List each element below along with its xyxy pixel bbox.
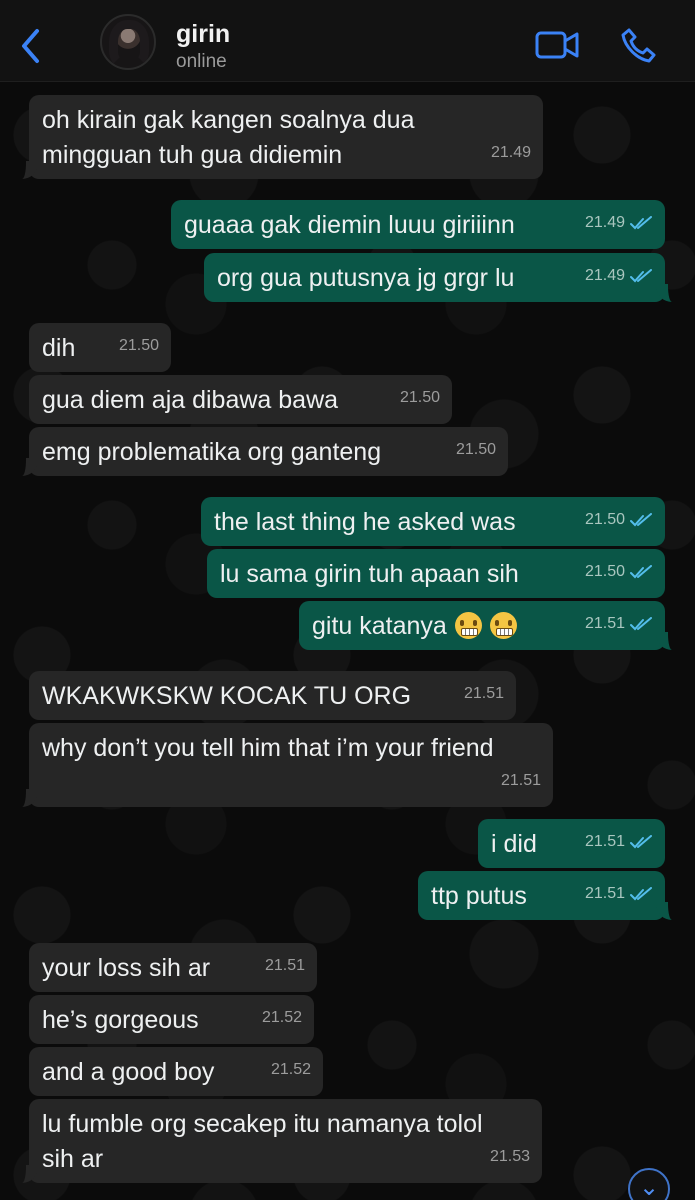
message-text: WKAKWKSKW KOCAK TU ORG: [42, 682, 412, 710]
message-meta: 21.49: [585, 205, 653, 240]
message-5[interactable]: gua diem aja dibawa bawa 21.50: [29, 375, 452, 424]
message-13[interactable]: ttp putus 21.51: [418, 871, 668, 920]
message-time: 21.52: [261, 1009, 302, 1026]
message-6[interactable]: emg problematika org ganteng 21.50: [26, 427, 508, 476]
message-meta: 21.50: [400, 380, 440, 415]
bubble-tail: [656, 902, 674, 920]
message-meta: 21.51: [501, 763, 541, 798]
grimacing-face-emoji: [454, 612, 482, 639]
grimacing-face-emoji: [489, 612, 517, 639]
message-time: 21.51: [264, 957, 305, 974]
message-10[interactable]: WKAKWKSKW KOCAK TU ORG 21.51: [29, 671, 516, 720]
message-time: 21.50: [399, 389, 440, 406]
message-time: 21.51: [500, 772, 541, 789]
message-meta: 21.52: [262, 1000, 302, 1035]
message-time: 21.51: [463, 685, 504, 702]
message-meta: 21.49: [491, 135, 531, 170]
message-meta: 21.53: [490, 1139, 530, 1174]
message-16[interactable]: and a good boy 21.52: [29, 1047, 323, 1096]
message-text: why don’t you tell him that i’m your fri…: [42, 734, 494, 762]
message-7[interactable]: the last thing he asked was 21.50: [201, 497, 665, 546]
message-text-content: gitu katanya: [312, 612, 447, 640]
message-1[interactable]: oh kirain gak kangen soalnya dua minggua…: [26, 95, 543, 179]
contact-status: online: [176, 51, 227, 72]
message-text: oh kirain gak kangen soalnya dua minggua…: [42, 106, 415, 169]
read-receipt-icon: [630, 215, 652, 229]
message-meta: 21.50: [119, 328, 159, 363]
read-receipt-icon: [630, 512, 652, 526]
message-2[interactable]: guaaa gak diemin luuu giriiinn 21.49: [171, 200, 665, 249]
bubble-tail: [656, 284, 674, 302]
read-receipt-icon: [630, 834, 652, 848]
read-receipt-icon: [630, 886, 652, 900]
message-time: 21.50: [118, 337, 159, 354]
message-15[interactable]: he’s gorgeous 21.52: [29, 995, 314, 1044]
message-meta: 21.51: [585, 876, 653, 911]
read-receipt-icon: [630, 268, 652, 282]
message-11[interactable]: why don’t you tell him that i’m your fri…: [26, 723, 553, 807]
message-text: emg problematika org ganteng: [42, 438, 382, 466]
chat-history[interactable]: oh kirain gak kangen soalnya dua minggua…: [0, 83, 695, 1200]
message-14[interactable]: your loss sih ar 21.51: [29, 943, 317, 992]
bubble-tail: [656, 632, 674, 650]
back-chevron-icon[interactable]: [16, 26, 48, 66]
message-time: 21.51: [584, 885, 625, 902]
bubble-tail: [20, 1165, 38, 1183]
message-text: and a good boy: [42, 1058, 215, 1086]
message-time: 21.49: [584, 267, 625, 284]
message-meta: 21.51: [585, 824, 653, 859]
phone-call-icon[interactable]: [618, 24, 660, 66]
message-12[interactable]: i did 21.51: [478, 819, 665, 868]
message-4[interactable]: dih 21.50: [29, 323, 171, 372]
message-time: 21.50: [455, 441, 496, 458]
message-time: 21.49: [584, 214, 625, 231]
message-text: guaaa gak diemin luuu giriiinn: [184, 211, 515, 239]
bubble-tail: [20, 161, 38, 179]
bubble-tail: [20, 789, 38, 807]
message-meta: 21.49: [585, 258, 653, 293]
message-time: 21.50: [584, 511, 625, 528]
message-meta: 21.50: [456, 432, 496, 467]
message-meta: 21.51: [265, 948, 305, 983]
video-call-icon[interactable]: [534, 28, 582, 62]
message-time: 21.51: [584, 833, 625, 850]
chat-header: girin online: [0, 0, 695, 82]
message-17[interactable]: lu fumble org secakep itu namanya tolol …: [26, 1099, 542, 1183]
message-meta: 21.50: [585, 502, 653, 537]
message-8[interactable]: lu sama girin tuh apaan sih 21.50: [207, 549, 665, 598]
bubble-tail: [20, 458, 38, 476]
message-text: your loss sih ar: [42, 954, 211, 982]
message-time: 21.53: [489, 1148, 530, 1165]
message-time: 21.51: [584, 615, 625, 632]
message-meta: 21.51: [585, 606, 653, 641]
message-text: gua diem aja dibawa bawa: [42, 386, 339, 414]
message-time: 21.49: [490, 144, 531, 161]
message-time: 21.52: [270, 1061, 311, 1078]
contact-name[interactable]: girin: [176, 20, 230, 49]
read-receipt-icon: [630, 616, 652, 630]
contact-avatar[interactable]: [100, 14, 156, 70]
read-receipt-icon: [630, 564, 652, 578]
avatar-hair: [109, 20, 149, 68]
message-3[interactable]: org gua putusnya jg grgr lu 21.49: [204, 253, 668, 302]
message-text: lu fumble org secakep itu namanya tolol …: [42, 1110, 483, 1173]
message-meta: 21.50: [585, 554, 653, 589]
message-meta: 21.52: [271, 1052, 311, 1087]
message-9[interactable]: gitu katanya 21.51: [299, 601, 668, 650]
message-time: 21.50: [584, 563, 625, 580]
message-meta: 21.51: [464, 676, 504, 711]
